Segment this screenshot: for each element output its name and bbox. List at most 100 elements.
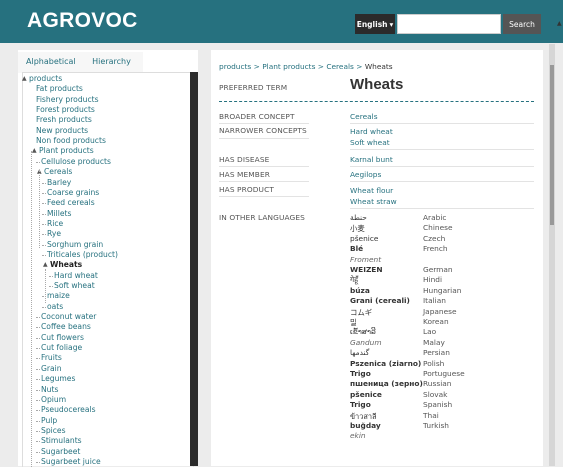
language-name: Russian xyxy=(423,379,452,389)
tree-item[interactable]: Coffee beans xyxy=(41,322,91,332)
tree-item[interactable]: Pulp xyxy=(41,416,57,426)
language-name: Italian xyxy=(423,296,446,306)
language-term: حنطة xyxy=(350,213,367,222)
tree-connector xyxy=(36,317,40,319)
separator xyxy=(219,181,309,182)
tree-item[interactable]: products xyxy=(29,74,62,84)
language-term: ekin xyxy=(350,431,366,441)
tree-item[interactable]: Fat products xyxy=(36,84,83,94)
language-label: English xyxy=(356,19,388,29)
tree-item[interactable]: Stimulants xyxy=(41,436,82,446)
tree-connector xyxy=(36,441,40,443)
expand-triangle-icon[interactable]: ▲ xyxy=(22,74,27,84)
narrower-concept-link[interactable]: Soft wheat xyxy=(350,138,390,147)
tree-item[interactable]: Triticales (product) xyxy=(47,250,118,260)
tree-item[interactable]: maize xyxy=(47,291,70,301)
tree-item[interactable]: Pseudocereals xyxy=(41,405,96,415)
language-name: Slovak xyxy=(423,389,448,399)
separator xyxy=(350,149,534,150)
language-term: コムギ xyxy=(350,307,373,317)
search-input[interactable] xyxy=(397,14,501,34)
scroll-up-arrow-icon[interactable]: ▲ xyxy=(557,20,562,27)
language-dropdown[interactable]: English ▾ xyxy=(355,14,395,34)
member-link[interactable]: Aegilops xyxy=(350,170,381,179)
product-link[interactable]: Wheat straw xyxy=(350,197,397,206)
tree-item[interactable]: Cereals xyxy=(44,167,72,177)
tree-item[interactable]: Spices xyxy=(41,426,66,436)
tree-item[interactable]: Soft wheat xyxy=(54,281,95,291)
breadcrumb-item-products[interactable]: products xyxy=(219,62,251,71)
language-name: Hindi xyxy=(423,275,443,285)
tree-item[interactable]: Barley xyxy=(47,178,71,188)
language-name: Spanish xyxy=(423,400,453,410)
language-name: Czech xyxy=(423,233,446,243)
tree-item[interactable]: Coconut water xyxy=(41,312,96,322)
tree-item[interactable]: Fresh products xyxy=(36,115,92,125)
tree-connector xyxy=(49,286,53,287)
tree-item[interactable]: Sugarbeet xyxy=(41,447,80,457)
tree-item[interactable]: Coarse grains xyxy=(47,188,99,198)
tree-item[interactable]: Cellulose products xyxy=(41,157,111,167)
breadcrumb-item-plant-products[interactable]: Plant products xyxy=(262,62,315,71)
tree-connector xyxy=(36,368,40,370)
broader-concept-link[interactable]: Cereals xyxy=(350,112,378,121)
language-name: Portuguese xyxy=(423,369,465,378)
tree-connector xyxy=(36,161,40,163)
language-term: गेहूँ xyxy=(350,275,359,285)
separator xyxy=(350,166,534,167)
tree-item[interactable]: Non food products xyxy=(36,136,106,146)
language-name: Thai xyxy=(423,410,439,420)
tree-connector xyxy=(42,234,46,236)
tree-item[interactable]: Wheats xyxy=(50,260,82,270)
tree-item[interactable]: Fruits xyxy=(41,353,62,363)
tree-item[interactable]: Opium xyxy=(41,395,66,405)
tree-connector xyxy=(42,182,46,184)
breadcrumb-item-cereals[interactable]: Cereals xyxy=(326,62,354,71)
disease-link[interactable]: Karnal bunt xyxy=(350,155,393,164)
divider xyxy=(219,101,534,102)
tree-item[interactable]: Cut foliage xyxy=(41,343,82,353)
product-link[interactable]: Wheat flour xyxy=(350,186,393,195)
tree-item[interactable]: Legumes xyxy=(41,374,75,384)
tree-item[interactable]: Sorghum grain xyxy=(47,240,103,250)
tree-item[interactable]: Feed cereals xyxy=(47,198,95,208)
tree-item[interactable]: Sugarbeet juice xyxy=(41,457,101,467)
tree-connector xyxy=(36,389,40,391)
agrovoc-logo[interactable]: AGROVOC xyxy=(27,9,138,33)
tree-connector xyxy=(36,337,40,339)
tree-item[interactable]: New products xyxy=(36,126,88,136)
page-scrollbar-thumb[interactable] xyxy=(550,65,554,225)
tree-item[interactable]: Nuts xyxy=(41,385,58,395)
tab-hierarchy[interactable]: Hierarchy xyxy=(80,52,143,73)
narrower-concept-link[interactable]: Hard wheat xyxy=(350,127,393,136)
tree-item[interactable]: Cut flowers xyxy=(41,333,84,343)
tree-item[interactable]: Forest products xyxy=(36,105,95,115)
tree-item[interactable]: Hard wheat xyxy=(54,271,98,281)
tree-guide-line xyxy=(31,151,32,467)
other-languages-label: IN OTHER LANGUAGES xyxy=(219,213,305,222)
language-term: Pszenica (ziarno) xyxy=(350,358,422,368)
language-term: buğday xyxy=(350,421,381,430)
language-term: Gandum xyxy=(350,337,382,347)
tree-item[interactable]: oats xyxy=(47,302,63,312)
breadcrumb: products > Plant products > Cereals > Wh… xyxy=(219,62,393,71)
separator xyxy=(350,208,534,209)
tree-connector xyxy=(36,358,40,360)
tree-item[interactable]: Millets xyxy=(47,209,72,219)
tree-item[interactable]: Plant products xyxy=(39,146,94,156)
caret-down-icon: ▾ xyxy=(389,19,394,29)
language-name: Hungarian xyxy=(423,285,462,295)
language-term: búza xyxy=(350,285,370,295)
expand-triangle-icon[interactable]: ▲ xyxy=(32,146,37,156)
tree-connector xyxy=(36,399,40,401)
tree-item[interactable]: Fishery products xyxy=(36,95,99,105)
tab-alphabetical[interactable]: Alphabetical xyxy=(18,52,84,73)
separator xyxy=(350,181,534,182)
tree-item[interactable]: Rye xyxy=(47,229,61,239)
language-name: Lao xyxy=(423,327,437,337)
separator xyxy=(350,123,534,124)
tree-item[interactable]: Rice xyxy=(47,219,63,229)
tree-scrollbar[interactable] xyxy=(190,72,198,466)
tree-item[interactable]: Grain xyxy=(41,364,62,374)
search-button[interactable]: Search xyxy=(503,14,541,34)
